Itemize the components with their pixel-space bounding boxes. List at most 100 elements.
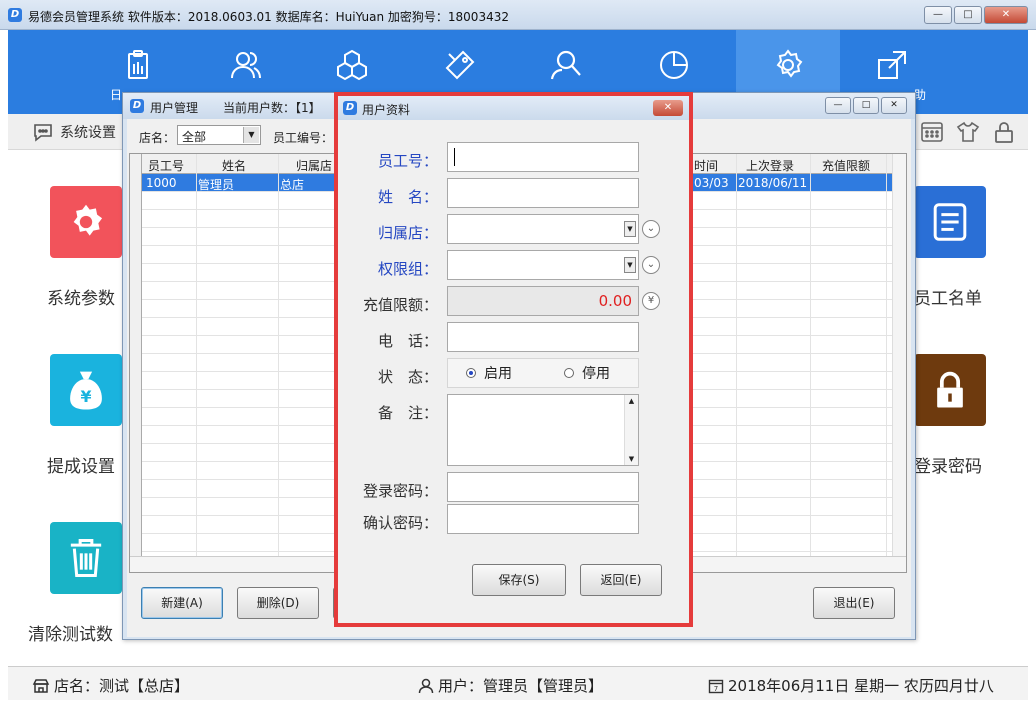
col-name[interactable]: 姓名 — [222, 157, 246, 174]
status-bar: 店名：测试【总店】 用户：管理员【管理员】 7 2018年06月11日 星期一 … — [8, 666, 1028, 700]
login-password-input[interactable] — [447, 472, 639, 502]
new-button[interactable]: 新建(A) — [141, 587, 223, 619]
clear-test-tile[interactable] — [50, 522, 122, 594]
yuan-icon[interactable]: ¥ — [642, 292, 660, 310]
store-filter-select[interactable]: 全部 ▼ — [177, 125, 261, 145]
permission-label: 权限组： — [377, 260, 438, 278]
close-button[interactable]: ✕ — [653, 100, 683, 116]
padlock-icon — [937, 371, 963, 408]
system-settings-label: 系统设置 — [60, 125, 116, 141]
cell-store: 总店 — [280, 178, 305, 192]
status-store-text: 店名：测试【总店】 — [54, 677, 190, 695]
svg-text:7: 7 — [714, 685, 718, 693]
user-info-title: 用户资料 — [362, 103, 411, 117]
status-enabled-label: 启用 — [484, 366, 512, 382]
search-person-icon — [550, 50, 581, 80]
employee-list-label: 员工名单 — [914, 289, 982, 309]
chevron-circle-icon[interactable]: ⌄ — [642, 256, 660, 274]
app-logo-icon: D — [343, 101, 357, 115]
exit-button[interactable]: 退出(E) — [813, 587, 895, 619]
vertical-scrollbar[interactable] — [892, 154, 906, 556]
clipboard-icon — [128, 50, 148, 79]
emp-no-label: 员工号： — [377, 152, 438, 170]
svg-text:¥: ¥ — [80, 387, 91, 406]
status-label: 状 态： — [377, 368, 438, 386]
close-button[interactable]: ✕ — [984, 6, 1028, 24]
radio-unselected-icon — [564, 368, 574, 378]
remark-scrollbar[interactable]: ▲ ▼ — [624, 395, 638, 465]
user-management-window-controls: — □ ✕ — [825, 97, 907, 114]
phone-input[interactable] — [447, 322, 639, 352]
document-icon — [933, 203, 967, 241]
system-settings-tab[interactable]: 系统设置 — [32, 122, 116, 142]
employee-list-tile[interactable] — [914, 186, 986, 258]
store-label: 归属店： — [377, 224, 438, 242]
recharge-limit-input[interactable]: 0.00 — [447, 286, 639, 316]
nav-label-fragment-left: 日 — [110, 88, 123, 102]
shirt-icon[interactable] — [956, 120, 980, 144]
close-button[interactable]: ✕ — [881, 97, 907, 114]
maximize-button[interactable]: □ — [853, 97, 879, 114]
col-last-login[interactable]: 上次登录 — [746, 157, 794, 174]
toolbar-right-icons — [920, 120, 1016, 144]
back-button[interactable]: 返回(E) — [580, 564, 662, 596]
user-info-titlebar: D 用户资料 ✕ — [338, 96, 689, 120]
permission-select[interactable]: ▼ — [447, 250, 639, 280]
commission-label: 提成设置 — [47, 457, 115, 477]
lock-icon[interactable] — [992, 120, 1016, 144]
save-button[interactable]: 保存(S) — [472, 564, 566, 596]
clear-test-label: 清除测试数 — [28, 625, 113, 645]
scroll-up-icon[interactable]: ▲ — [625, 397, 638, 405]
status-disabled-radio[interactable]: 停用 — [564, 363, 610, 383]
col-emp-no[interactable]: 员工号 — [148, 157, 184, 174]
money-bag-icon: ¥ — [70, 371, 102, 410]
col-recharge-limit[interactable]: 充值限额 — [822, 157, 870, 174]
remark-textarea[interactable]: ▲ ▼ — [447, 394, 639, 466]
column-divider — [736, 154, 737, 556]
users-icon — [231, 52, 261, 79]
calculator-icon[interactable] — [920, 120, 944, 144]
status-date: 7 2018年06月11日 星期一 农历四月廿八 — [708, 675, 994, 696]
chevron-down-icon[interactable]: ▼ — [624, 221, 636, 237]
row-header-column — [130, 154, 142, 556]
minimize-button[interactable]: — — [825, 97, 851, 114]
chat-bubble-icon — [34, 124, 52, 142]
status-enabled-radio[interactable]: 启用 — [466, 363, 512, 383]
name-input[interactable] — [447, 178, 639, 208]
col-time[interactable]: 时间 — [694, 157, 718, 174]
chevron-down-icon[interactable]: ▼ — [624, 257, 636, 273]
col-store[interactable]: 归属店 — [296, 157, 332, 174]
minimize-button[interactable]: — — [924, 6, 952, 24]
store-select[interactable]: ▼ — [447, 214, 639, 244]
chevron-down-icon[interactable]: ▼ — [243, 127, 259, 143]
emp-no-input[interactable] — [447, 142, 639, 172]
app-logo-icon: D — [130, 99, 144, 113]
confirm-password-label: 确认密码： — [362, 514, 438, 532]
confirm-password-input[interactable] — [447, 504, 639, 534]
gear-icon — [776, 49, 803, 78]
delete-button[interactable]: 删除(D) — [237, 587, 319, 619]
status-disabled-label: 停用 — [582, 366, 610, 382]
trash-icon — [70, 538, 102, 578]
user-info-dialog: D 用户资料 ✕ 员工号： 姓 名： 归属店： ▼ ⌄ 权限组： ▼ ⌄ 充值限… — [334, 92, 693, 627]
scroll-down-icon[interactable]: ▼ — [625, 455, 638, 463]
cubes-icon — [337, 49, 367, 81]
name-label: 姓 名： — [377, 188, 438, 206]
maximize-button[interactable]: □ — [954, 6, 982, 24]
system-params-tile[interactable] — [50, 186, 122, 258]
status-radio-group: 启用 停用 — [447, 358, 639, 388]
column-divider — [810, 154, 811, 556]
login-password-label: 登录密码 — [914, 457, 982, 477]
phone-label: 电 话： — [377, 332, 438, 350]
column-divider — [278, 154, 279, 556]
cell-last-login: 2018/06/11 — [738, 176, 808, 190]
column-divider — [196, 154, 197, 556]
commission-tile[interactable]: ¥ — [50, 354, 122, 426]
store-icon — [32, 678, 50, 693]
status-user: 用户：管理员【管理员】 — [418, 675, 603, 696]
store-filter-value: 全部 — [182, 130, 207, 144]
login-password-tile[interactable] — [914, 354, 986, 426]
chevron-circle-icon[interactable]: ⌄ — [642, 220, 660, 238]
column-divider — [886, 154, 887, 556]
main-window-title: 易德会员管理系统 软件版本：2018.0603.01 数据库名：HuiYuan … — [28, 10, 509, 24]
